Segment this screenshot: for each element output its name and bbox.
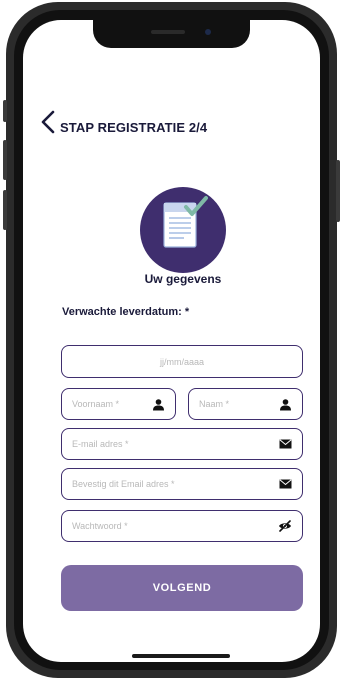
lastname-input[interactable] [199,399,278,409]
notch [93,20,250,48]
document-check-icon [163,196,208,248]
page-title: STAP REGISTRATIE 2/4 [60,120,208,135]
delivery-date-label: Verwachte leverdatum: * [62,306,190,318]
delivery-date-field[interactable] [61,345,303,378]
front-camera [205,29,211,35]
back-button[interactable] [38,107,58,137]
chevron-left-icon [41,110,55,134]
firstname-field[interactable] [61,388,176,420]
delivery-date-input[interactable] [72,356,292,367]
user-icon [278,397,292,411]
speaker-grill [151,30,185,34]
section-avatar [140,187,226,273]
firstname-input[interactable] [72,399,151,409]
power-button [336,160,340,222]
email-input[interactable] [72,439,278,449]
email-field[interactable] [61,428,303,460]
email-confirm-field[interactable] [61,468,303,500]
eye-off-icon[interactable] [278,519,292,533]
section-label: Uw gegevens [144,272,222,286]
lastname-field[interactable] [188,388,303,420]
home-indicator [132,654,230,658]
email-confirm-input[interactable] [72,479,278,489]
envelope-icon [278,437,292,451]
envelope-icon [278,477,292,491]
password-input[interactable] [72,521,278,531]
password-field[interactable] [61,510,303,542]
mute-switch [3,100,7,122]
volume-down-button [3,190,7,230]
volume-up-button [3,140,7,180]
next-button[interactable]: VOLGEND [61,565,303,611]
user-icon [151,397,165,411]
